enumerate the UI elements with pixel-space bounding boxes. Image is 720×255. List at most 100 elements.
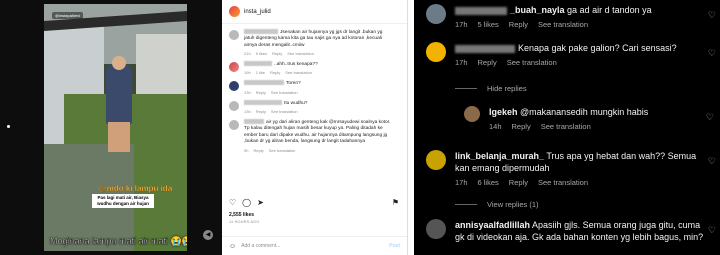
video-bg-wall [136,34,187,94]
see-translation-link[interactable]: See translation [538,20,588,29]
reply-link[interactable]: Reply [270,70,280,75]
avatar[interactable] [426,42,446,62]
video-panel: @instapahlevi @mdo ki lampu ida keckrisi… [0,0,222,255]
see-translation-link[interactable]: See translation [287,51,314,56]
comment-username[interactable]: lgekeh [489,107,518,117]
comment-item: Toren? 13h Reply See translation [229,80,400,95]
see-translation-link[interactable]: See translation [271,90,298,95]
reply-link[interactable]: Reply [509,178,528,187]
comment-text: @makanansedih mungkin habis [520,107,649,117]
redacted-username [455,6,507,15]
comment-meta: 17h 5 likes Reply See translation [455,20,589,30]
post-panel: insta_julid Jsenakan air hujannya yg jgs… [222,0,408,255]
avatar[interactable] [229,62,239,73]
heart-icon[interactable]: ♡ [708,48,716,59]
reply-link[interactable]: Reply [478,58,497,67]
comment-meta: 14h Reply See translation [489,122,591,132]
comment-input[interactable]: Add a comment... [241,243,280,249]
heart-icon[interactable]: ♡ [708,156,716,167]
comment-item: air yg dari aliran genteng kak @mrsayude… [229,118,400,153]
heart-icon[interactable]: ♡ [708,225,716,236]
comment-icon[interactable]: ◯ [242,198,251,207]
video-person-head [112,56,126,70]
post-comment-list: Jsenakan air hujannya yg jgs dr langit .… [222,29,407,153]
heart-icon[interactable]: ♡ [229,198,236,207]
comment-item: Itu wudhu? 13h Reply See translation [229,99,400,114]
comment-meta: 9h Reply See translation [244,147,296,153]
reply-link[interactable]: Reply [256,90,266,95]
reply-link[interactable]: Reply [509,20,528,29]
post-actions: ♡ ◯ ➤ [229,198,264,207]
see-translation-link[interactable]: See translation [285,70,312,75]
see-translation-link[interactable]: See translation [538,178,588,187]
avatar[interactable] [426,219,446,239]
heart-icon[interactable]: ♡ [708,10,716,21]
avatar[interactable] [229,119,239,130]
add-comment-bar: ☺ Add a comment... Post [222,236,407,255]
post-time: 11 HOURS AGO [229,220,260,224]
sound-toggle-icon[interactable]: ◀ [203,230,213,240]
indicator-dot [7,125,10,128]
redacted-username [455,44,515,53]
avatar[interactable] [229,81,239,92]
screenshot-collage: @instapahlevi @mdo ki lampu ida keckrisi… [0,0,720,255]
redacted-username [244,118,264,124]
avatar[interactable] [464,106,480,122]
comment-username[interactable]: annisyaalfadlillah [455,220,530,230]
comment-text: Itu wudhu? [284,100,308,106]
comment-meta: 21h 5 likes Reply See translation [244,51,314,57]
video-watermark: @instapahlevi [52,12,84,19]
redacted-username [244,29,278,34]
share-icon[interactable]: ➤ [257,198,264,207]
comment-item: Jsenakan air hujannya yg jgs dr langit .… [229,29,400,56]
comments-panel: _buah_nayla ga ad air d tandon ya 17h 5 l… [414,0,720,255]
reply-link[interactable]: Reply [253,148,263,153]
comment-username[interactable]: link_belanja_murah_ [455,151,544,161]
comment-meta: 19h 1 like Reply See translation [244,70,312,76]
emoji-icon[interactable]: ☺ [229,243,236,250]
avatar[interactable] [229,30,239,40]
video-overlay-box: Pas lagi mati air, Biasya wudhu dengan a… [92,194,154,208]
comment-meta: 17h 6 likes Reply See translation [455,178,589,188]
comment-text: ga ad air d tandon ya [567,5,652,15]
comment-meta: 13h Reply See translation [244,89,298,95]
comment-username[interactable]: _buah_nayla [510,5,565,15]
redacted-username [244,80,284,86]
comment-text: Toren? [286,81,301,87]
see-translation-link[interactable]: See translation [269,148,296,153]
see-translation-link[interactable]: See translation [541,122,591,131]
comment-text: ..ahh..trus kenapa?? [274,61,318,67]
view-replies-toggle[interactable]: View replies (1) [455,200,539,209]
post-header: insta_julid [222,0,407,24]
video-caption: Moginana lampu mati air mati 😭😭 [50,236,187,246]
reply-link[interactable]: Reply [272,51,282,56]
like-count[interactable]: 2,555 likes [229,212,254,218]
redacted-username [244,61,272,67]
avatar[interactable] [229,6,240,17]
comment-item: ..ahh..trus kenapa?? 19h 1 like Reply See t… [229,61,400,75]
reply-link[interactable]: Reply [512,122,531,131]
comment-item: _buah_nayla ga ad air d tandon ya 17h 5 l… [426,4,716,29]
avatar[interactable] [426,4,446,24]
post-comment-button[interactable]: Post [389,243,400,249]
comment-meta: 17h Reply See translation [455,58,557,68]
see-translation-link[interactable]: See translation [507,58,557,67]
avatar[interactable] [229,100,239,111]
comment-text: air yg dari aliran genteng kak @mrsayude… [244,119,391,145]
avatar[interactable] [426,150,446,170]
comment-meta: 13h Reply See translation [244,108,298,114]
reply-link[interactable]: Reply [256,109,266,114]
comment-text: Kenapa gak pake galion? Cari sensasi? [518,43,677,53]
see-translation-link[interactable]: See translation [271,109,298,114]
video-person-legs [108,122,130,152]
comment-item: annisyaalfadlillah Apasiih gjls. Semua o… [426,219,716,243]
bookmark-icon[interactable]: ⚑ [392,198,399,207]
reply-item: lgekeh @makanansedih mungkin habis 14h Re… [464,106,714,131]
video-player[interactable]: @instapahlevi @mdo ki lampu ida keckrisi… [44,4,187,251]
redacted-username [244,99,282,105]
heart-icon[interactable]: ♡ [706,112,714,123]
comment-item: Kenapa gak pake galion? Cari sensasi? 17… [426,42,716,67]
post-username[interactable]: insta_julid [244,9,271,15]
hide-replies-toggle[interactable]: Hide replies [455,84,527,93]
comment-item: link_belanja_murah_ Trus apa yg hebat da… [426,150,716,187]
